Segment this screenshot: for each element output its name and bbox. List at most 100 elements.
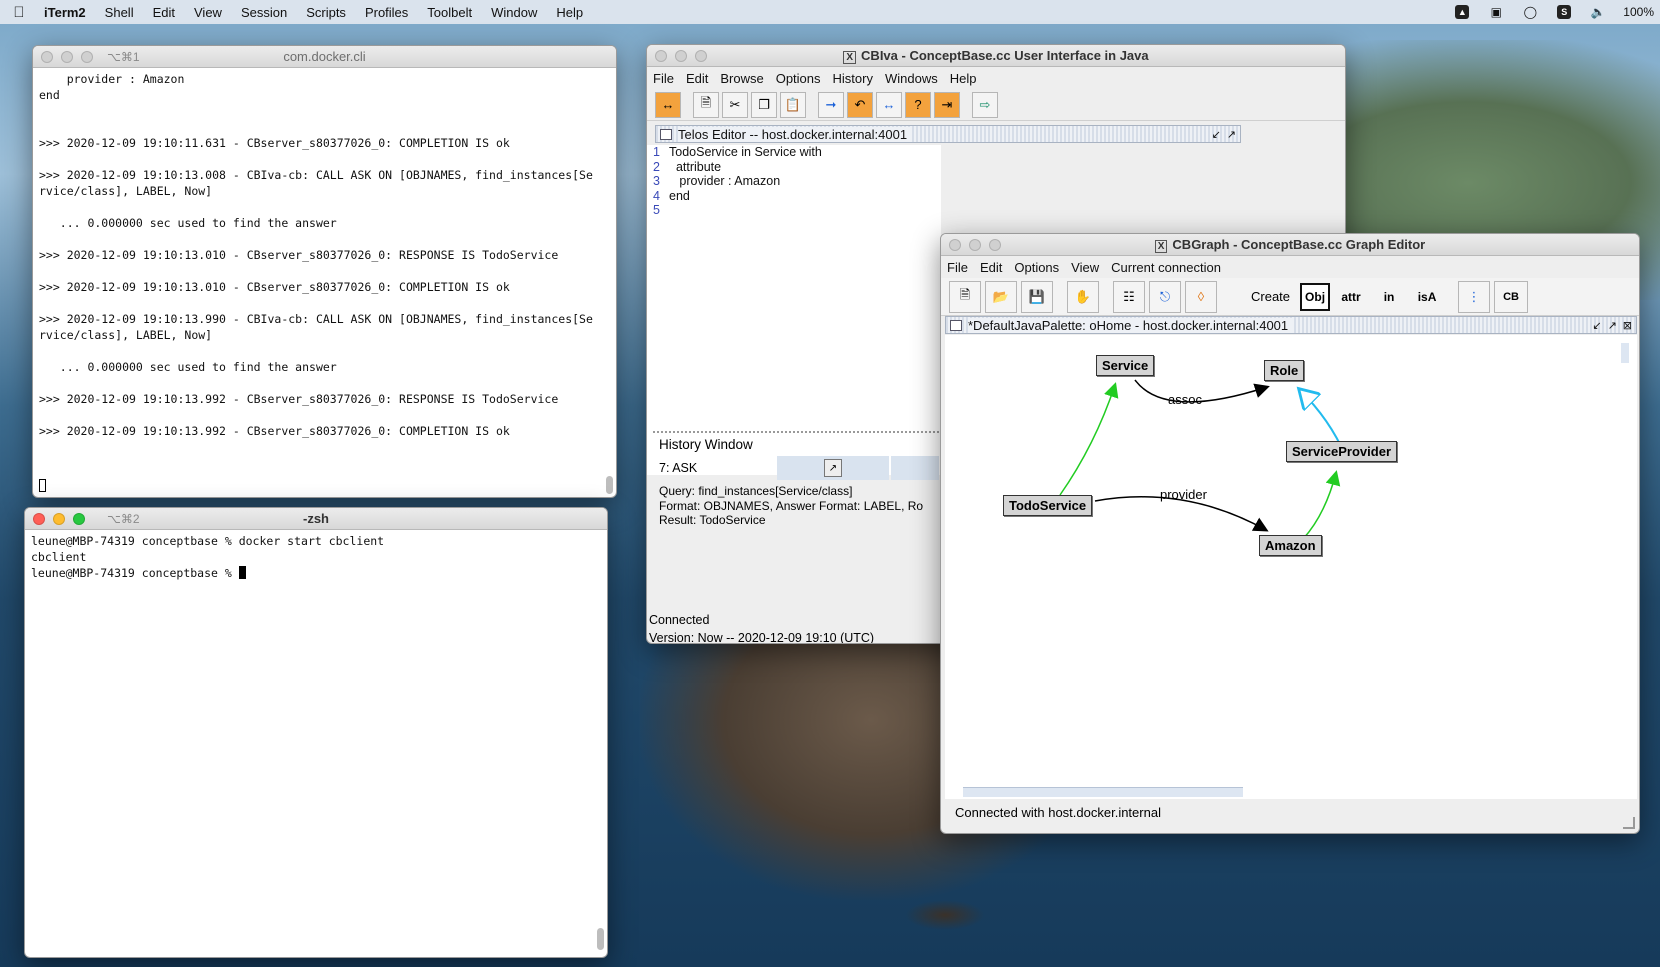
menu-app-name[interactable]: iTerm2 [44, 5, 86, 20]
open-icon[interactable]: 📂 [985, 280, 1017, 313]
graph-canvas[interactable]: Service Role ServiceProvider TodoService… [945, 335, 1637, 799]
exit-icon[interactable]: ⇨ [972, 91, 998, 118]
menu-view[interactable]: View [1071, 260, 1099, 275]
terminal-2-titlebar[interactable]: ⌥⌘2 -zsh [25, 508, 607, 530]
close-button[interactable] [41, 50, 53, 63]
horizontal-scrollbar[interactable] [963, 787, 1243, 797]
load-icon[interactable]: ⇥ [934, 91, 960, 118]
menu-shell[interactable]: Shell [105, 5, 134, 20]
menu-window[interactable]: Window [491, 5, 537, 20]
history-title: History Window [659, 437, 753, 452]
cb-database-button[interactable]: CB [1494, 280, 1529, 313]
menu-edit[interactable]: Edit [980, 260, 1002, 275]
paste-icon[interactable]: 📋 [780, 91, 806, 118]
copy-icon[interactable]: ❐ [751, 91, 777, 118]
scrollbar-thumb[interactable] [606, 476, 613, 494]
history-entry-action[interactable]: ↗ [777, 456, 889, 480]
history-entry-action-2[interactable] [891, 456, 939, 480]
close-button[interactable] [655, 49, 667, 62]
query-icon[interactable]: ⋮ [1458, 280, 1491, 313]
zoom-button[interactable] [989, 238, 1001, 251]
menu-options[interactable]: Options [1014, 260, 1059, 275]
connect-icon[interactable]: ↔ [655, 91, 681, 118]
menu-edit[interactable]: Edit [686, 71, 708, 86]
minimize-button[interactable] [969, 238, 981, 251]
save-icon[interactable]: 💾 [1021, 280, 1053, 313]
menu-history[interactable]: History [833, 71, 873, 86]
minimize-button[interactable] [675, 49, 687, 62]
menu-session[interactable]: Session [241, 5, 287, 20]
history-entry[interactable]: 7: ASK ↗ [653, 456, 943, 480]
minimize-button[interactable] [61, 50, 73, 63]
create-attribute-button[interactable]: attr [1334, 281, 1368, 313]
menu-scripts[interactable]: Scripts [306, 5, 346, 20]
menu-windows[interactable]: Windows [885, 71, 938, 86]
zoom-button[interactable] [81, 50, 93, 63]
menu-file[interactable]: File [947, 260, 968, 275]
menu-options[interactable]: Options [776, 71, 821, 86]
menu-toolbelt[interactable]: Toolbelt [427, 5, 472, 20]
node-amazon[interactable]: Amazon [1259, 535, 1322, 556]
node-service[interactable]: Service [1096, 355, 1155, 376]
volume-icon[interactable]: 🔈 [1589, 4, 1607, 20]
zoom-button[interactable] [695, 49, 707, 62]
cut-icon[interactable]: ✂ [722, 91, 748, 118]
edge-label-assoc[interactable]: assoc [1168, 392, 1202, 407]
maximize-icon[interactable]: ↗ [1227, 128, 1236, 141]
palette-titlebar[interactable]: *DefaultJavaPalette: oHome - host.docker… [945, 316, 1637, 334]
create-isa-button[interactable]: isA [1410, 281, 1444, 313]
resize-grip-icon[interactable] [1623, 817, 1635, 829]
menu-file[interactable]: File [653, 71, 674, 86]
terminal-1-titlebar[interactable]: ⌥⌘1 com.docker.cli [33, 46, 616, 68]
tree-layout-icon[interactable]: ⎋ [1149, 280, 1181, 313]
shield-icon[interactable]: ◯ [1521, 4, 1539, 20]
menu-current-connection[interactable]: Current connection [1111, 260, 1221, 275]
scrollbar-thumb[interactable] [597, 928, 604, 950]
menu-edit[interactable]: Edit [153, 5, 175, 20]
menu-profiles[interactable]: Profiles [365, 5, 408, 20]
minimize-icon[interactable]: ↙ [1592, 319, 1601, 332]
terminal-1-output[interactable]: provider : Amazon end >>> 2020-12-09 19:10… [33, 68, 616, 458]
node-role[interactable]: Role [1264, 360, 1305, 381]
edge-label-provider[interactable]: provider [1160, 487, 1207, 502]
node-todo-service[interactable]: TodoService [1003, 495, 1093, 516]
palette-title: *DefaultJavaPalette: oHome - host.docker… [968, 317, 1293, 333]
telos-code[interactable]: 1 TodoService in Service with 2 attribute… [653, 145, 822, 218]
layout-icon[interactable]: ☷ [1113, 280, 1145, 313]
create-instance-button[interactable]: in [1372, 281, 1406, 313]
create-object-button[interactable]: Obj [1300, 282, 1331, 311]
close-button[interactable] [949, 238, 961, 251]
terminal-2-output[interactable]: leune@MBP-74319 conceptbase % docker sta… [25, 530, 607, 584]
graph-layout-icon[interactable]: ◊ [1185, 280, 1217, 313]
hand-icon[interactable]: ✋ [1067, 280, 1099, 313]
cbiva-titlebar[interactable]: X CBIva - ConceptBase.cc User Interface i… [647, 45, 1345, 67]
minimize-button[interactable] [53, 512, 65, 525]
docker-icon[interactable]: ▣ [1487, 4, 1505, 20]
minimize-icon[interactable]: ↙ [1212, 128, 1221, 141]
node-service-provider[interactable]: ServiceProvider [1286, 441, 1398, 462]
drive-icon[interactable]: ▲ [1453, 4, 1471, 20]
menu-view[interactable]: View [194, 5, 222, 20]
retell-icon[interactable]: ↔ [876, 91, 902, 118]
close-button[interactable] [33, 512, 45, 525]
menu-help[interactable]: Help [556, 5, 583, 20]
vertical-scrollbar[interactable] [1621, 343, 1629, 363]
code-line: 1 TodoService in Service with [653, 145, 822, 160]
menu-help[interactable]: Help [950, 71, 977, 86]
s-icon[interactable]: S [1555, 4, 1573, 20]
menu-browse[interactable]: Browse [720, 71, 763, 86]
battery-percent[interactable]: 100% [1623, 5, 1654, 19]
new-file-icon[interactable]: 🗎 [693, 91, 719, 118]
zoom-button[interactable] [73, 512, 85, 525]
new-graph-icon[interactable]: 🗎 [949, 280, 981, 313]
connection-status: Connected [649, 613, 710, 627]
apple-icon[interactable]:  [10, 4, 28, 21]
ask-icon[interactable]: ? [905, 91, 931, 118]
cbgraph-titlebar[interactable]: X CBGraph - ConceptBase.cc Graph Editor [941, 234, 1639, 256]
telos-editor-titlebar[interactable]: Telos Editor -- host.docker.internal:400… [655, 125, 1241, 143]
tell-icon[interactable]: ➞ [818, 91, 844, 118]
maximize-icon[interactable]: ↗ [1608, 319, 1617, 332]
untell-icon[interactable]: ↶ [847, 91, 873, 118]
close-icon[interactable]: ⊠ [1623, 319, 1632, 332]
